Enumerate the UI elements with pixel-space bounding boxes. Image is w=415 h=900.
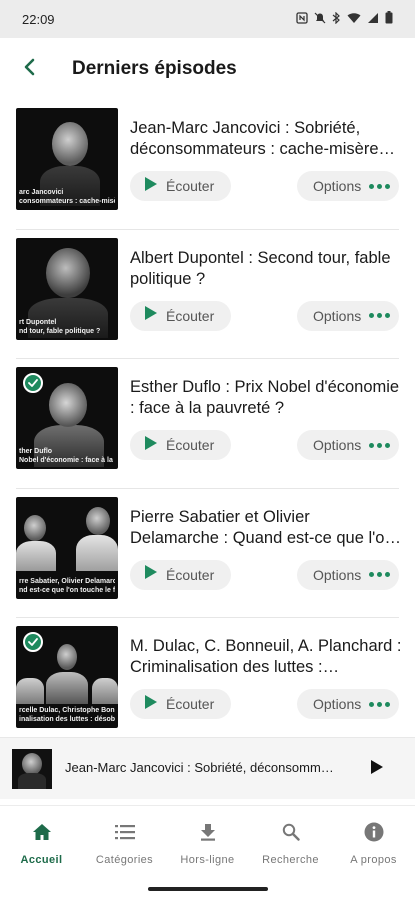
status-icons xyxy=(296,11,393,27)
episode-title[interactable]: M. Dulac, C. Bonneuil, A. Planchard : Cr… xyxy=(130,636,402,678)
listen-label: Écouter xyxy=(166,178,215,194)
thumbnail-caption: rcelle Dulac, Christophe Bonneuil et Ant… xyxy=(19,707,115,723)
listen-label: Écouter xyxy=(166,566,215,583)
options-button[interactable]: Options xyxy=(297,559,399,590)
mini-player[interactable]: Jean-Marc Jancovici : Sobriété, déconsom… xyxy=(0,737,415,799)
listened-check-icon xyxy=(23,632,43,652)
nav-item-a-propos[interactable]: A propos xyxy=(332,806,415,877)
episode-thumbnail: rt Dupontel nd tour, fable politique ? xyxy=(16,237,118,340)
nav-item-recherche[interactable]: Recherche xyxy=(249,806,332,877)
search-icon xyxy=(282,820,300,844)
gesture-area xyxy=(0,877,415,900)
nav-item-categories[interactable]: Catégories xyxy=(83,806,166,877)
mute-icon xyxy=(314,12,326,27)
options-button[interactable]: Options xyxy=(297,300,399,331)
options-label: Options xyxy=(313,307,362,324)
status-time: 22:09 xyxy=(22,11,55,27)
nav-item-hors-ligne[interactable]: Hors-ligne xyxy=(166,806,249,877)
play-icon xyxy=(144,176,158,197)
episode-item[interactable]: arc Jancovici consommateurs : cache-misè… xyxy=(0,100,415,230)
nav-label: Accueil xyxy=(20,854,63,866)
status-bar: 22:09 xyxy=(0,0,415,38)
episode-item[interactable]: rcelle Dulac, Christophe Bonneuil et Ant… xyxy=(0,618,415,748)
listen-button[interactable]: Écouter xyxy=(130,559,231,590)
episode-title[interactable]: Esther Duflo : Prix Nobel d'économie : f… xyxy=(130,377,402,419)
page-title: Derniers épisodes xyxy=(72,58,237,79)
nav-label: Hors-ligne xyxy=(180,854,235,866)
nfc-icon xyxy=(296,11,308,27)
nav-item-accueil[interactable]: Accueil xyxy=(0,806,83,877)
signal-icon xyxy=(367,12,379,27)
options-label: Options xyxy=(313,178,362,194)
gesture-bar[interactable] xyxy=(148,887,268,891)
home-icon xyxy=(32,820,52,844)
options-button[interactable]: Options xyxy=(297,430,399,460)
episode-thumbnail: ther Duflo Nobel d'économie : face à la … xyxy=(16,367,118,469)
more-dots-icon xyxy=(369,183,391,189)
episode-title[interactable]: Albert Dupontel : Second tour, fable pol… xyxy=(130,248,402,290)
back-button[interactable] xyxy=(0,38,58,100)
download-icon xyxy=(200,820,216,844)
episode-list: arc Jancovici consommateurs : cache-misè… xyxy=(0,100,415,748)
more-dots-icon xyxy=(369,313,391,318)
more-dots-icon xyxy=(369,442,391,448)
episode-item[interactable]: rt Dupontel nd tour, fable politique ? A… xyxy=(0,230,415,359)
list-icon xyxy=(114,820,135,844)
options-label: Options xyxy=(313,566,362,583)
options-label: Options xyxy=(313,437,362,453)
bluetooth-icon xyxy=(332,11,341,27)
more-dots-icon xyxy=(369,701,391,707)
episode-title[interactable]: Pierre Sabatier et Olivier Delamarche : … xyxy=(130,507,402,549)
listen-button[interactable]: Écouter xyxy=(130,430,231,460)
info-icon xyxy=(364,820,384,844)
options-button[interactable]: Options xyxy=(297,689,399,719)
wifi-icon xyxy=(347,12,361,27)
play-icon xyxy=(144,564,158,585)
nav-label: Catégories xyxy=(95,854,154,866)
play-icon xyxy=(144,305,158,326)
app-header: Derniers épisodes xyxy=(0,38,415,100)
listened-check-icon xyxy=(23,373,43,393)
thumbnail-caption: arc Jancovici consommateurs : cache-misè… xyxy=(19,189,115,205)
more-dots-icon xyxy=(369,572,391,577)
back-arrow-icon xyxy=(22,58,36,81)
nav-label: A propos xyxy=(350,854,397,866)
options-button[interactable]: Options xyxy=(297,171,399,201)
episode-thumbnail: rcelle Dulac, Christophe Bonneuil et Ant… xyxy=(16,626,118,728)
mini-player-thumbnail xyxy=(12,749,52,789)
thumbnail-caption: rre Sabatier, Olivier Delamarche nd est-… xyxy=(19,577,115,594)
listen-label: Écouter xyxy=(166,307,215,324)
play-icon xyxy=(144,435,158,456)
episode-thumbnail: rre Sabatier, Olivier Delamarche nd est-… xyxy=(16,496,118,599)
listen-button[interactable]: Écouter xyxy=(130,689,231,719)
episode-title[interactable]: Jean-Marc Jancovici : Sobriété, déconsom… xyxy=(130,118,402,160)
episode-item[interactable]: ther Duflo Nobel d'économie : face à la … xyxy=(0,359,415,489)
thumbnail-caption: rt Dupontel nd tour, fable politique ? xyxy=(19,318,101,335)
episode-item[interactable]: rre Sabatier, Olivier Delamarche nd est-… xyxy=(0,489,415,618)
mini-play-button[interactable] xyxy=(364,756,390,782)
nav-label: Recherche xyxy=(262,854,319,866)
listen-button[interactable]: Écouter xyxy=(130,300,231,331)
thumbnail-caption: ther Duflo Nobel d'économie : face à la … xyxy=(19,448,115,464)
bottom-nav: Accueil Catégories Hors-ligne Recherche … xyxy=(0,805,415,877)
listen-label: Écouter xyxy=(166,437,215,453)
mini-player-title[interactable]: Jean-Marc Jancovici : Sobriété, déconsom… xyxy=(65,760,337,775)
episode-thumbnail: arc Jancovici consommateurs : cache-misè… xyxy=(16,108,118,210)
play-icon xyxy=(370,759,384,780)
battery-icon xyxy=(385,11,393,27)
listen-label: Écouter xyxy=(166,696,215,712)
options-label: Options xyxy=(313,696,362,712)
play-icon xyxy=(144,694,158,715)
listen-button[interactable]: Écouter xyxy=(130,171,231,201)
